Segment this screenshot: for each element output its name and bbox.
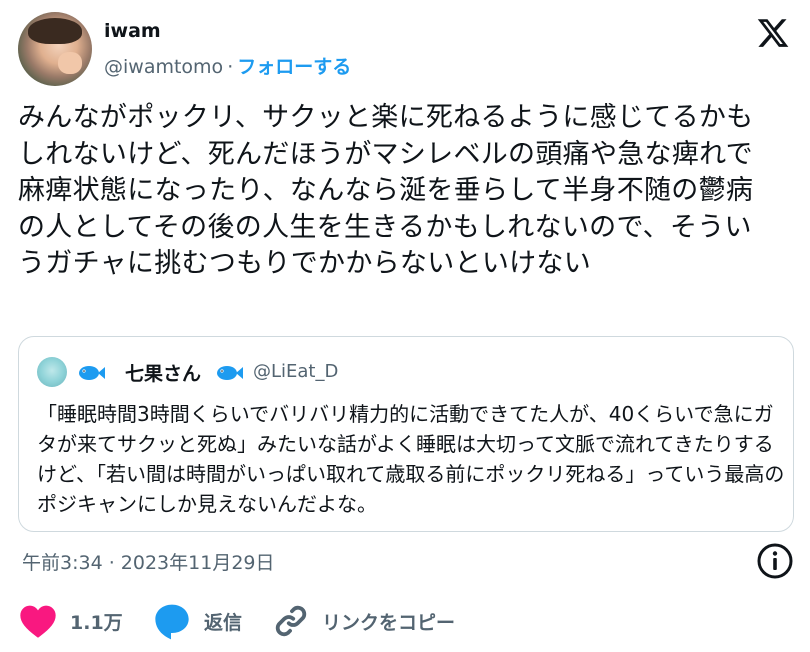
avatar-hand	[58, 52, 82, 74]
author-handle-row: @iwamtomo · フォローする	[104, 52, 351, 79]
x-logo-icon[interactable]	[756, 16, 790, 50]
quoted-author-handle: @LiEat_D	[253, 361, 339, 382]
link-icon	[275, 605, 307, 637]
quoted-author-avatar	[37, 357, 67, 387]
like-button[interactable]: 1.1万	[18, 598, 123, 644]
reply-button[interactable]: 返信	[152, 598, 242, 644]
fish-icon	[77, 361, 105, 388]
info-icon[interactable]	[756, 542, 794, 580]
action-bar: 1.1万 返信 リンクをコピー	[18, 598, 810, 648]
quoted-author-name: 七果さん	[125, 363, 202, 385]
post-timestamp[interactable]: 午前3:34 · 2023年11月29日	[22, 548, 275, 575]
author-handle[interactable]: @iwamtomo	[104, 56, 223, 78]
fish-icon	[215, 361, 243, 388]
tweet-text: みんながポックリ、サクッと楽に死ねるように感じてるかもしれないけど、死んだほうが…	[18, 102, 754, 279]
copy-link-button[interactable]: リンクをコピー	[272, 598, 455, 644]
speech-bubble-icon	[155, 604, 189, 640]
follow-button[interactable]: フォローする	[237, 56, 351, 78]
reply-label: 返信	[204, 611, 243, 634]
avatar-hair	[28, 18, 82, 44]
quoted-tweet[interactable]: 七果さん @LiEat_D 「睡眠時間3時間くらいでバリバリ精力的に活動できてた…	[18, 336, 794, 532]
copy-link-label: リンクをコピー	[322, 611, 456, 634]
heart-icon	[20, 605, 56, 638]
tweet-header: iwam @iwamtomo · フォローする	[18, 12, 792, 88]
separator-dot: ·	[227, 56, 234, 78]
author-avatar[interactable]	[18, 12, 92, 86]
quoted-tweet-text: 「睡眠時間3時間くらいでバリバリ精力的に活動できてた人が、40くらいで急にガタが…	[37, 402, 785, 516]
author-name[interactable]: iwam	[104, 20, 161, 42]
like-count: 1.1万	[70, 611, 123, 634]
